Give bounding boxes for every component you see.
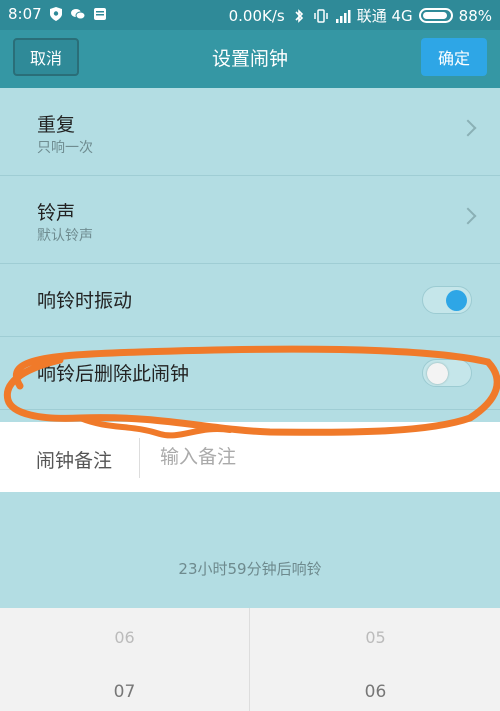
- status-bar: 8:07 0.00K/s 联通 4G 88%: [0, 0, 500, 30]
- vibrate-icon: [313, 8, 328, 23]
- toggle-knob: [427, 363, 448, 384]
- cancel-button[interactable]: 取消: [13, 38, 79, 76]
- signal-icon: [335, 9, 351, 23]
- hour-prev: 06: [114, 628, 135, 647]
- status-left: 8:07: [8, 5, 108, 23]
- ringtone-value: 默认铃声: [37, 228, 93, 244]
- repeat-value: 只响一次: [37, 140, 93, 156]
- hour-selected: 07: [113, 682, 136, 702]
- shield-icon: [49, 7, 62, 21]
- battery-icon: [418, 8, 453, 23]
- carrier: 联通 4G: [356, 7, 413, 25]
- minute-selected: 06: [364, 682, 387, 702]
- vibrate-title: 响铃时振动: [37, 290, 133, 312]
- picker-divider: [249, 608, 250, 711]
- battery-level: 88%: [458, 6, 492, 25]
- delete-after-title: 响铃后删除此闹钟: [37, 363, 190, 385]
- time-picker: 06 07 05 06: [0, 608, 500, 711]
- message-icon: [93, 8, 106, 20]
- repeat-title: 重复: [37, 114, 76, 136]
- repeat-row[interactable]: 重复 只响一次: [0, 88, 500, 176]
- network-speed: 0.00K/s: [228, 6, 285, 25]
- status-right: 0.00K/s 联通 4G 88%: [229, 5, 492, 26]
- settings-list: 重复 只响一次 铃声 默认铃声 响铃时振动 响铃后删除此闹钟: [0, 88, 500, 410]
- countdown-text: 23小时59分钟后响铃: [178, 560, 322, 578]
- vibrate-toggle[interactable]: [422, 286, 472, 314]
- bluetooth-icon: [295, 8, 303, 23]
- delete-after-row: 响铃后删除此闹钟: [0, 337, 500, 410]
- ringtone-title: 铃声: [37, 202, 76, 224]
- chevron-right-icon: [459, 119, 477, 137]
- clock: 8:07: [8, 5, 42, 23]
- vibrate-row: 响铃时振动: [0, 264, 500, 337]
- hour-column[interactable]: 06 07: [0, 608, 249, 711]
- chevron-right-icon: [459, 207, 477, 225]
- note-row: 闹钟备注: [0, 422, 500, 492]
- toggle-knob: [446, 290, 467, 311]
- minute-prev: 05: [365, 628, 386, 647]
- nav-bar: 设置闹钟 取消 确定: [0, 30, 500, 88]
- note-label: 闹钟备注: [36, 450, 113, 472]
- ringtone-row[interactable]: 铃声 默认铃声: [0, 176, 500, 264]
- delete-after-toggle[interactable]: [422, 359, 472, 387]
- minute-column[interactable]: 05 06: [251, 608, 500, 711]
- note-input[interactable]: [160, 440, 470, 474]
- note-divider: [139, 438, 140, 478]
- confirm-button[interactable]: 确定: [421, 38, 487, 76]
- wechat-icon: [70, 9, 86, 20]
